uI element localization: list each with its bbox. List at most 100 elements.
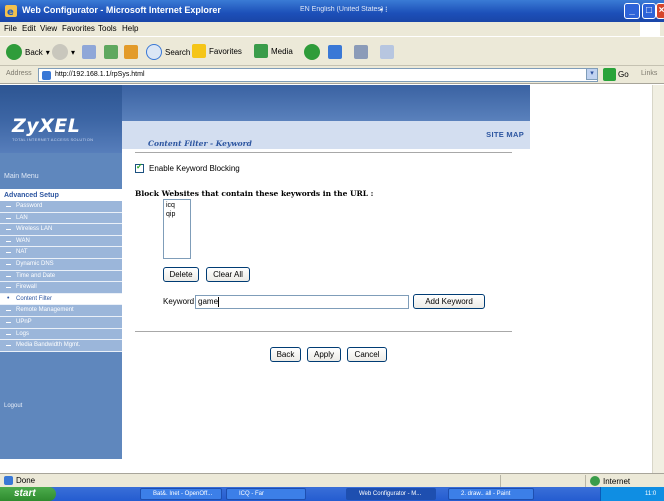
- clock: 11:0: [645, 491, 657, 497]
- ie-icon: e: [5, 5, 17, 18]
- zyxel-logo: ZyXEL TOTAL INTERNET ACCESS SOLUTION: [0, 85, 122, 153]
- security-zone: Internet: [590, 476, 630, 486]
- history-icon[interactable]: [304, 44, 320, 60]
- home-icon[interactable]: [124, 45, 138, 59]
- go-arrow-icon: [603, 68, 616, 81]
- internet-zone-icon: [590, 476, 600, 486]
- sidebar-item-content-filter[interactable]: Content Filter: [0, 293, 122, 306]
- taskbar-item[interactable]: ICQ - Far: [226, 488, 306, 500]
- system-tray: 11:0: [600, 487, 664, 501]
- page-done-icon: [4, 476, 13, 485]
- forward-arrow-icon: [52, 44, 68, 60]
- page-title: Content Filter - Keyword: [148, 139, 252, 148]
- keyword-list-item[interactable]: qip: [166, 210, 188, 219]
- menu-help[interactable]: Help: [122, 24, 138, 33]
- sidebar-item-wireless-lan[interactable]: Wireless LAN: [0, 224, 122, 236]
- site-map-link[interactable]: SITE MAP: [486, 130, 524, 139]
- status-bar: Done Internet: [0, 473, 664, 487]
- title-divider: [135, 152, 512, 153]
- menu-bar: File Edit View Favorites Tools Help: [0, 22, 664, 36]
- menu-tools[interactable]: Tools: [98, 24, 117, 33]
- sidebar-item-dynamic-dns[interactable]: Dynamic DNS: [0, 258, 122, 271]
- menu-favorites[interactable]: Favorites: [62, 24, 95, 33]
- back-arrow-icon: [6, 44, 22, 60]
- status-separator: [585, 475, 586, 487]
- status-separator: [500, 475, 501, 487]
- apply-button[interactable]: Apply: [307, 347, 341, 362]
- delete-button[interactable]: Delete: [163, 267, 199, 282]
- sidebar-item-remote-management[interactable]: Remote Management: [0, 305, 122, 317]
- language-bar-icon[interactable]: ▪ ⁝: [380, 5, 388, 14]
- menu-view[interactable]: View: [40, 24, 57, 33]
- vertical-scrollbar[interactable]: [652, 85, 664, 473]
- keyword-input[interactable]: game: [195, 295, 409, 309]
- block-websites-heading: Block Websites that contain these keywor…: [135, 189, 374, 198]
- media-icon: [254, 44, 268, 58]
- address-input[interactable]: http://192.168.1.1/rpSys.html: [38, 68, 598, 82]
- add-keyword-button[interactable]: Add Keyword: [413, 294, 485, 309]
- sidebar-item-upnp[interactable]: UPnP: [0, 316, 122, 329]
- left-navigation: ZyXEL TOTAL INTERNET ACCESS SOLUTION Mai…: [0, 85, 122, 459]
- forward-button[interactable]: ▾: [52, 44, 75, 60]
- cancel-button[interactable]: Cancel: [347, 347, 387, 362]
- right-blank-area: [530, 85, 664, 459]
- taskbar-item[interactable]: Bat&. Inet - OpenOff...: [140, 488, 222, 500]
- sidebar-item-lan[interactable]: LAN: [0, 212, 122, 225]
- sidebar-item-nat[interactable]: NAT: [0, 247, 122, 259]
- language-indicator[interactable]: EN English (United States): [300, 6, 383, 13]
- back-form-button[interactable]: Back: [270, 347, 301, 362]
- taskbar-item[interactable]: 2. draw.. all - Paint: [448, 488, 534, 500]
- back-button[interactable]: Back ▾: [6, 44, 50, 60]
- enable-keyword-label: Enable Keyword Blocking: [149, 164, 240, 173]
- text-caret: [218, 296, 220, 307]
- address-dropdown-icon[interactable]: ▾: [586, 68, 598, 80]
- toolbar: Back ▾ ▾ Search Favorites Media: [0, 36, 664, 66]
- search-icon: [146, 44, 162, 60]
- favorites-button[interactable]: Favorites: [192, 44, 242, 58]
- enable-keyword-blocking[interactable]: Enable Keyword Blocking: [135, 162, 240, 173]
- header-band: [122, 85, 530, 121]
- clear-all-button[interactable]: Clear All: [206, 267, 250, 282]
- print-icon[interactable]: [354, 45, 368, 59]
- edit-icon[interactable]: [380, 45, 394, 59]
- sidebar-item-time-and-date[interactable]: Time and Date: [0, 270, 122, 283]
- menu-edit[interactable]: Edit: [22, 24, 36, 33]
- minimize-button[interactable]: _: [624, 3, 640, 19]
- search-button[interactable]: Search: [146, 44, 190, 60]
- address-bar: Address http://192.168.1.1/rpSys.html ▾ …: [0, 66, 664, 84]
- form-divider: [135, 331, 512, 332]
- links-button[interactable]: Links: [641, 70, 657, 77]
- stop-icon[interactable]: [82, 45, 96, 59]
- sidebar-item-logs[interactable]: Logs: [0, 328, 122, 341]
- star-icon: [192, 44, 206, 58]
- media-button[interactable]: Media: [254, 44, 293, 58]
- enable-keyword-checkbox[interactable]: [135, 162, 144, 173]
- sidebar-item-firewall[interactable]: Firewall: [0, 282, 122, 294]
- keyword-list[interactable]: icq qip: [163, 199, 191, 259]
- advanced-setup-submenu: Password LAN Wireless LAN WAN NAT Dynamic DNS…: [0, 201, 122, 352]
- page-content: ZyXEL TOTAL INTERNET ACCESS SOLUTION Mai…: [0, 85, 664, 459]
- title-bar: e Web Configurator - Microsoft Internet …: [0, 0, 664, 22]
- sidebar-item-media-bandwidth-mgmt[interactable]: Media Bandwidth Mgmt.: [0, 340, 122, 352]
- nav-advanced-setup[interactable]: Advanced Setup: [0, 185, 122, 201]
- mail-icon[interactable]: [328, 45, 342, 59]
- taskbar: start Bat&. Inet - OpenOff... ICQ - Far …: [0, 487, 664, 501]
- address-label: Address: [6, 70, 32, 77]
- svg-text:e: e: [7, 7, 14, 18]
- nav-main-menu[interactable]: Main Menu: [0, 169, 122, 185]
- page-icon: [42, 71, 51, 80]
- start-button[interactable]: start: [0, 487, 56, 501]
- menu-file[interactable]: File: [4, 24, 17, 33]
- taskbar-item-active[interactable]: Web Configurator - M...: [346, 488, 436, 500]
- address-url[interactable]: http://192.168.1.1/rpSys.html: [55, 71, 145, 78]
- window-title: Web Configurator - Microsoft Internet Ex…: [22, 5, 221, 15]
- refresh-icon[interactable]: [104, 45, 118, 59]
- maximize-button[interactable]: □: [642, 3, 656, 19]
- close-button[interactable]: ×: [656, 3, 664, 19]
- nav-logout[interactable]: Logout: [4, 403, 22, 409]
- sidebar-item-wan[interactable]: WAN: [0, 235, 122, 248]
- windows-logo: [640, 22, 660, 36]
- keyword-list-item[interactable]: icq: [166, 201, 188, 210]
- go-button[interactable]: Go: [603, 68, 629, 81]
- sidebar-item-password[interactable]: Password: [0, 201, 122, 213]
